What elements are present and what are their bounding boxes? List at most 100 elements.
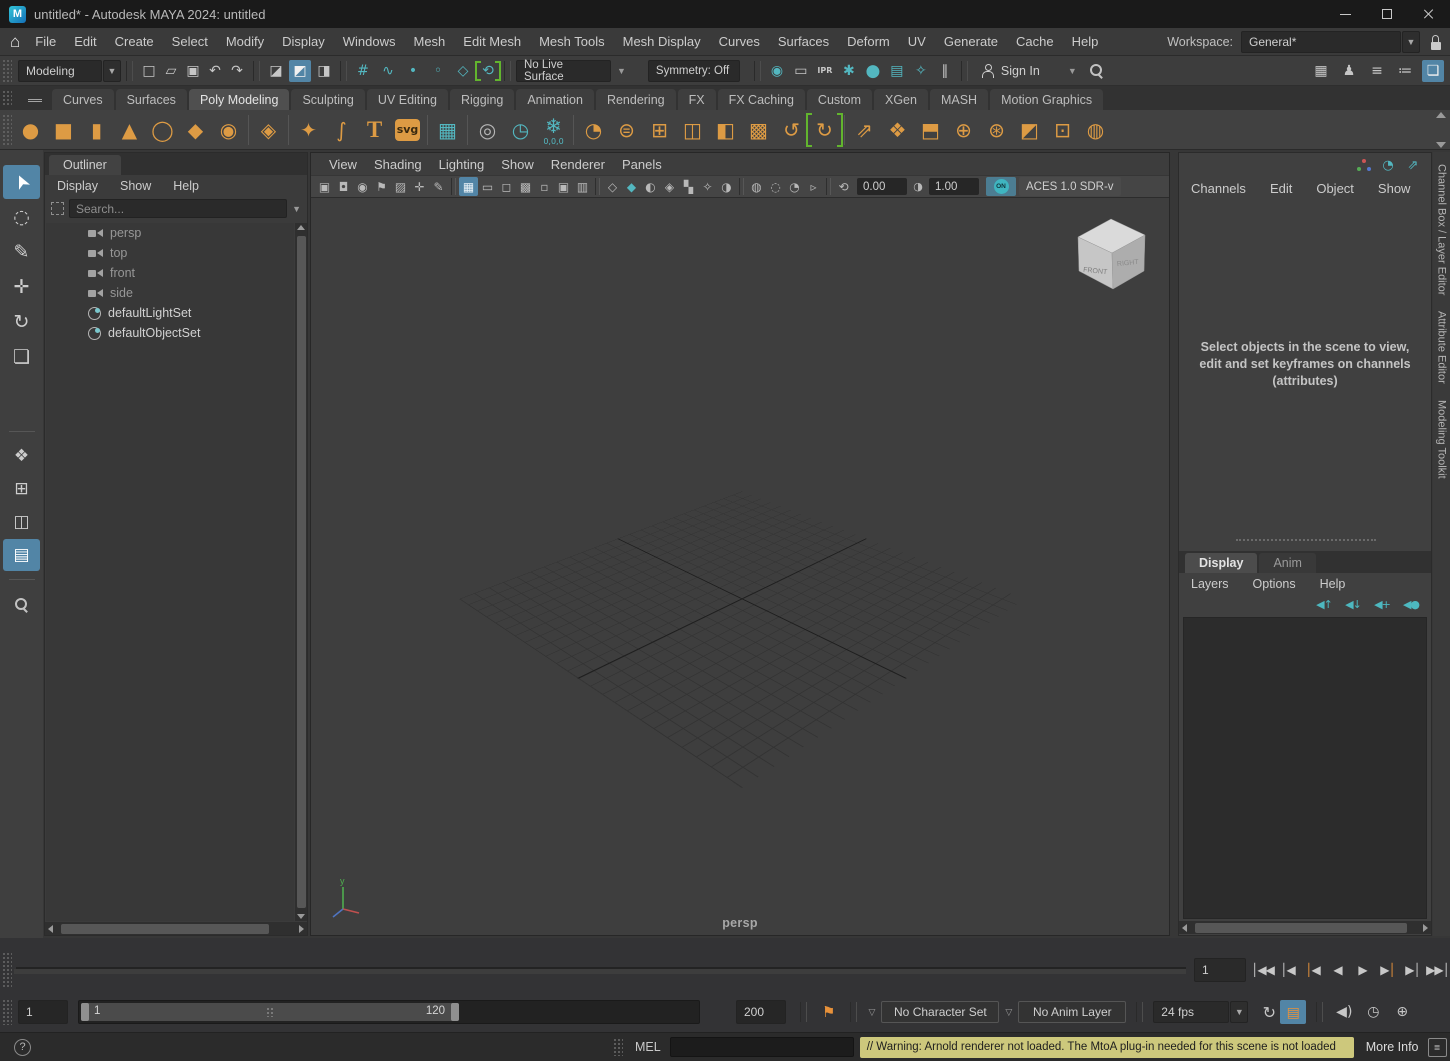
shelf-tab-fx-caching[interactable]: FX Caching — [718, 89, 805, 110]
menu-select[interactable]: Select — [163, 34, 217, 49]
shelf-scroll-down-icon[interactable] — [1436, 142, 1446, 148]
menu-curves[interactable]: Curves — [710, 34, 769, 49]
character-set-arrow[interactable]: ▽ — [868, 1007, 875, 1018]
outliner-tab[interactable]: Outliner — [49, 155, 121, 175]
scroll-up-icon[interactable] — [297, 225, 305, 230]
viewport-menu-lighting[interactable]: Lighting — [439, 157, 485, 172]
poly-cone-icon[interactable]: ▲ — [113, 112, 146, 148]
go-to-end-button[interactable]: ▶▶│ — [1425, 957, 1450, 983]
isolate-select-icon[interactable]: ▹ — [804, 177, 823, 196]
shelf-menu-icon[interactable] — [28, 99, 42, 102]
make-live-icon[interactable]: ⟲ — [477, 60, 499, 82]
scroll-right-icon[interactable] — [299, 925, 304, 933]
extrude-icon[interactable]: ⇗ — [848, 112, 881, 148]
close-button[interactable] — [1408, 0, 1450, 28]
exposure-field[interactable]: 0.00 — [857, 178, 907, 195]
zoom-search-icon[interactable] — [1089, 63, 1105, 79]
grease-pencil-icon[interactable]: ✎ — [429, 177, 448, 196]
shelf-tab-animation[interactable]: Animation — [516, 89, 594, 110]
new-scene-icon[interactable]: □ — [138, 60, 160, 82]
side-tab-attribute-editor[interactable]: Attribute Editor — [1436, 311, 1448, 384]
bevel-icon[interactable]: ⬒ — [914, 112, 947, 148]
move-tool[interactable]: ✛ — [3, 270, 40, 304]
multi-cut-icon[interactable]: ◩ — [1013, 112, 1046, 148]
poly-type-icon[interactable]: T — [358, 112, 391, 148]
gate-mask-icon[interactable]: ▩ — [516, 177, 535, 196]
menu-windows[interactable]: Windows — [334, 34, 405, 49]
shelf-tab-motion-graphics[interactable]: Motion Graphics — [990, 89, 1103, 110]
help-icon[interactable]: ? — [14, 1039, 31, 1056]
lasso-select-tool[interactable]: ◌ — [3, 200, 40, 234]
bookmark-icon[interactable]: ⚑ — [372, 177, 391, 196]
quad-draw-icon[interactable]: ⊡ — [1046, 112, 1079, 148]
circularize-icon[interactable]: ⊛ — [980, 112, 1013, 148]
axis-gizmo[interactable]: y — [325, 875, 369, 919]
view-cube[interactable]: FRONT RIGHT — [1073, 215, 1149, 295]
paint-select-tool[interactable]: ✎ — [3, 235, 40, 269]
more-info-button[interactable]: More Info — [1366, 1040, 1419, 1054]
smooth-shade-icon[interactable]: ◆ — [622, 177, 641, 196]
render-settings-icon[interactable]: ✱ — [838, 60, 860, 82]
combine-icon[interactable]: ⊜ — [610, 112, 643, 148]
render-setup-icon[interactable]: ▤ — [886, 60, 908, 82]
panel-splitter[interactable] — [1236, 539, 1376, 541]
menu-cache[interactable]: Cache — [1007, 34, 1063, 49]
platonic-solid-icon[interactable]: ◈ — [252, 112, 285, 148]
resolution-gate-icon[interactable]: ◻ — [497, 177, 516, 196]
viewport-grid[interactable] — [459, 491, 1025, 788]
hud-icon[interactable]: ▥ — [573, 177, 592, 196]
display-layers-icon[interactable]: ❏ — [1422, 60, 1444, 82]
outliner-search-input[interactable] — [69, 199, 287, 218]
undo-icon[interactable]: ↶ — [204, 60, 226, 82]
safe-action-icon[interactable]: ▣ — [554, 177, 573, 196]
shelf-tab-mash[interactable]: MASH — [930, 89, 988, 110]
time-editor-icon[interactable]: ◷ — [1362, 1001, 1384, 1023]
menu-edit-mesh[interactable]: Edit Mesh — [454, 34, 530, 49]
target-weld-icon[interactable]: ◍ — [1079, 112, 1112, 148]
shelf-grip[interactable] — [2, 90, 12, 106]
helix-icon[interactable]: ∫ — [325, 112, 358, 148]
super-shape-icon[interactable]: ✦ — [292, 112, 325, 148]
workspace-select[interactable]: General* — [1241, 31, 1401, 53]
shelf-tab-xgen[interactable]: XGen — [874, 89, 928, 110]
snap-projected-center-icon[interactable]: ◦ — [427, 60, 449, 82]
step-forward-key-button[interactable]: ▶│ — [1375, 957, 1400, 983]
boolean-icon[interactable]: ◔ — [577, 112, 610, 148]
step-back-frame-button[interactable]: │◀ — [1275, 957, 1300, 983]
mirror-cut-icon[interactable]: ◫ — [676, 112, 709, 148]
bookmark-add-icon[interactable]: ⚑ — [822, 1003, 835, 1021]
auto-key-icon[interactable]: ⊕ — [1391, 1001, 1413, 1023]
viewport-menu-shading[interactable]: Shading — [374, 157, 422, 172]
menu-uv[interactable]: UV — [899, 34, 935, 49]
delete-history-icon[interactable]: ◷ — [504, 112, 537, 148]
merge-icon[interactable]: ⊕ — [947, 112, 980, 148]
shelf-tab-sculpting[interactable]: Sculpting — [291, 89, 364, 110]
shelf-tab-custom[interactable]: Custom — [807, 89, 872, 110]
layer-new-selected-icon[interactable]: ◀● — [1401, 595, 1421, 613]
character-set-field[interactable]: No Character Set — [881, 1001, 999, 1023]
smooth-icon[interactable]: ❖ — [881, 112, 914, 148]
speaker-icon[interactable]: ◀) — [1333, 1001, 1355, 1023]
exposure-icon[interactable]: ⟲ — [834, 177, 853, 196]
statusline-grip[interactable] — [2, 59, 12, 82]
outliner-item-defaultobjectset[interactable]: defaultObjectSet — [46, 323, 294, 343]
menu-help[interactable]: Help — [1063, 34, 1108, 49]
snap-view-plane-icon[interactable]: ◇ — [452, 60, 474, 82]
layout-two-pane-button[interactable]: ◫ — [3, 506, 40, 538]
use-default-material-icon[interactable]: ◈ — [660, 177, 679, 196]
hypershade-icon[interactable]: ● — [862, 60, 884, 82]
lock-workspace-icon[interactable] — [1429, 35, 1442, 50]
outliner-item-persp[interactable]: persp — [46, 223, 294, 243]
workspace-dropdown-arrow[interactable]: ▼ — [1402, 31, 1420, 53]
range-bar-grip[interactable] — [266, 1007, 274, 1017]
play-backwards-button[interactable]: ◀ — [1325, 957, 1350, 983]
layer-menu-layers[interactable]: Layers — [1191, 577, 1229, 591]
outliner-vertical-scrollbar[interactable] — [295, 223, 307, 921]
outliner-menu-help[interactable]: Help — [173, 179, 199, 193]
outliner-search-arrow[interactable]: ▼ — [292, 204, 301, 214]
svg-tool-icon[interactable]: svg — [391, 112, 424, 148]
anim-layer-field[interactable]: No Anim Layer — [1018, 1001, 1126, 1023]
viewport-canvas[interactable]: FRONT RIGHT y persp — [311, 199, 1169, 935]
separate-icon[interactable]: ⊞ — [643, 112, 676, 148]
contrast-field[interactable]: 1.00 — [929, 178, 979, 195]
